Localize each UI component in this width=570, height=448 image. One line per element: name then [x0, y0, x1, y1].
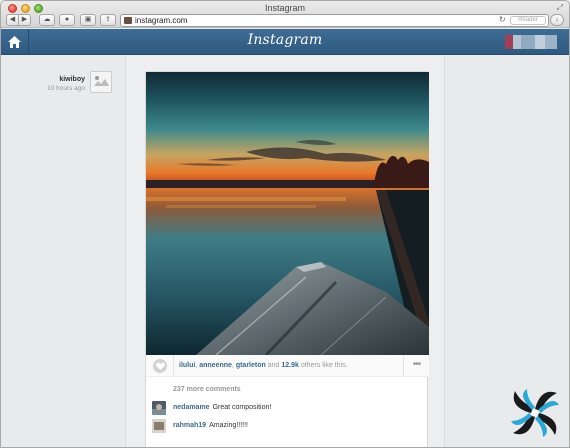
likes-count[interactable]: 12.9k	[281, 362, 299, 369]
like-button[interactable]	[153, 359, 167, 373]
address-bar[interactable]: instagram.com ↻ Reader	[120, 14, 549, 27]
instagram-logo[interactable]: Instagram	[1, 32, 569, 48]
url-text[interactable]: instagram.com	[135, 16, 187, 25]
post-username[interactable]: kiwiboy	[59, 76, 85, 83]
back-arrow-icon: ◀	[9, 16, 16, 23]
share-icon: ⇪	[105, 16, 111, 23]
watermark-logo	[504, 382, 566, 444]
pinwheel-logo-icon	[511, 389, 559, 437]
liker-link[interactable]: anneenne	[199, 362, 232, 369]
download-icon: ↓	[555, 16, 559, 23]
likes-and-text: and	[267, 362, 280, 369]
avatar[interactable]	[152, 419, 166, 433]
heart-icon	[155, 362, 165, 370]
lightbulb-icon: ●	[64, 16, 70, 23]
toolbar: ◀ ▶ ☁ ● ▣ ⇪ instagram.com ↻ Reader ↓	[1, 13, 569, 29]
comment-item: rahmah19 Amazing!!!!!!	[152, 419, 422, 435]
reload-icon[interactable]: ↻	[499, 15, 506, 24]
avatar[interactable]	[90, 71, 112, 93]
post-timestamp[interactable]: 10 hours ago	[47, 85, 85, 92]
browser-window: Instagram ⤢ ◀ ▶ ☁ ● ▣ ⇪ instagram.com ↻ …	[0, 0, 570, 448]
forward-button[interactable]: ▶	[18, 14, 31, 26]
comment-author[interactable]: rahmah19	[173, 422, 206, 429]
instagram-favicon-icon	[124, 17, 132, 24]
more-options-button[interactable]: •••	[403, 355, 429, 377]
title-bar: Instagram ⤢ ◀ ▶ ☁ ● ▣ ⇪ instagram.com ↻ …	[1, 1, 569, 28]
liker-link[interactable]: gtarleton	[236, 362, 266, 369]
profile-avatar-blurred[interactable]	[505, 35, 557, 49]
comment-text: rahmah19 Amazing!!!!!!	[173, 422, 248, 429]
more-comments-link[interactable]: 237 more comments	[173, 386, 241, 393]
post-card: ilului, anneenne, gtarleton and 12.9k ot…	[145, 71, 429, 447]
sunset-lake-photo	[146, 72, 429, 355]
ellipsis-icon: •••	[412, 359, 421, 370]
comment-body: Great composition!	[212, 404, 272, 411]
window-title: Instagram	[264, 3, 306, 13]
liker-link[interactable]: ilului	[179, 362, 195, 369]
reader-button[interactable]: Reader	[510, 16, 546, 25]
downloads-button[interactable]: ↓	[550, 14, 564, 26]
comment-item: nedamame Great composition!	[152, 401, 422, 417]
forward-arrow-icon: ▶	[21, 16, 28, 23]
post-photo[interactable]	[146, 72, 429, 355]
feed-page: kiwiboy 10 hours ago ilului, anneenne, g…	[1, 56, 569, 447]
top-sites-button[interactable]: ●	[59, 14, 75, 26]
commenter-avatar-image	[152, 401, 166, 415]
comment-text: nedamame Great composition!	[173, 404, 271, 411]
likes-summary: ilului, anneenne, gtarleton and 12.9k ot…	[179, 362, 348, 369]
reading-list-button[interactable]: ▣	[80, 14, 96, 26]
instagram-header: Instagram	[1, 29, 569, 55]
comment-body: Amazing!!!!!!	[209, 422, 248, 429]
likes-suffix-text: others like this.	[300, 362, 348, 369]
comment-author[interactable]: nedamame	[173, 404, 210, 411]
cloud-icon: ☁	[43, 16, 51, 23]
post-meta-column: kiwiboy 10 hours ago	[1, 56, 126, 447]
likes-bar: ilului, anneenne, gtarleton and 12.9k ot…	[146, 355, 429, 377]
avatar[interactable]	[152, 401, 166, 415]
glasses-icon: ▣	[84, 16, 92, 23]
avatar-image	[91, 72, 111, 92]
icloud-tabs-button[interactable]: ☁	[39, 14, 55, 26]
divider	[173, 355, 174, 377]
fullscreen-icon[interactable]: ⤢	[557, 3, 563, 13]
share-button[interactable]: ⇪	[100, 14, 116, 26]
commenter-avatar-image	[152, 419, 166, 433]
